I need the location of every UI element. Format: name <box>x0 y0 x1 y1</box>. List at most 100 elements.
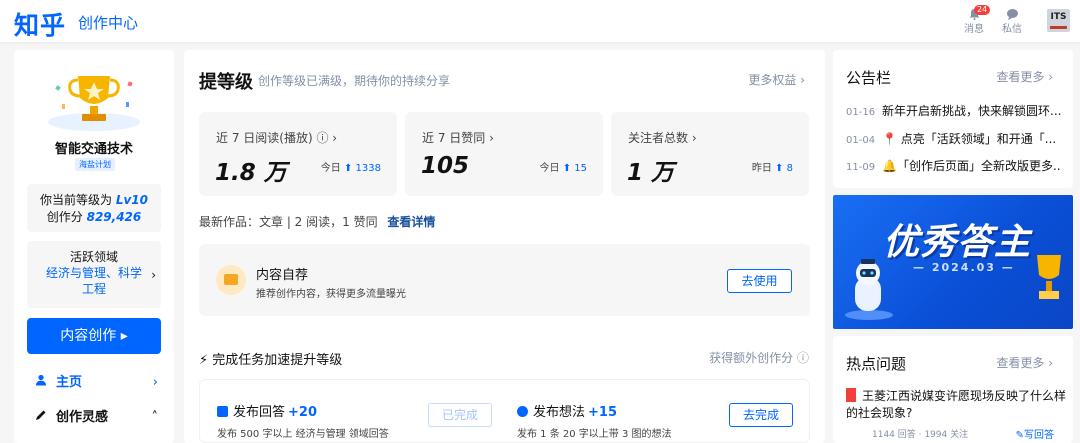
latest-work: 最新作品：文章 | 2 阅读，1 赞同 查看详情 <box>199 213 435 230</box>
hot-question[interactable]: 王菱江西说媒变许愿现场反映了什么样的社会现象? <box>846 388 1068 422</box>
notice-item[interactable]: 01-16 新年开启新挑战，快来解锁圆环... <box>846 102 1061 119</box>
task-post-answer: 发布回答 +20 发布 500 字以上 经济与管理 领域回答 <box>217 401 389 440</box>
creator-center-title[interactable]: 创作中心 <box>78 12 138 33</box>
chevron-right-icon: › <box>152 375 158 390</box>
active-fields-value[interactable]: 经济与管理、科学工程 <box>27 265 161 297</box>
hot-question-meta: 1144 回答 · 1994 关注 <box>872 430 969 440</box>
profile-panel: 智能交通技术 海盐计划 你当前等级为 Lv10 创作分 829,426 活跃领域… <box>14 50 174 443</box>
notice-text[interactable]: 新年开启新挑战，快来解锁圆环... <box>882 104 1061 118</box>
user-avatar[interactable]: ITS <box>1047 9 1070 32</box>
level-line: 你当前等级为 Lv10 <box>27 192 161 209</box>
self-recommend-desc: 推荐创作内容，获得更多流量曝光 <box>256 289 406 300</box>
arrow-up-icon: ⬆ <box>343 163 353 174</box>
task-name: 发布回答 +20 <box>217 401 389 420</box>
stat-delta-value: 1338 <box>355 163 381 174</box>
active-fields-box[interactable]: 活跃领域 经济与管理、科学工程 › <box>27 241 161 308</box>
stat-value: 105 <box>421 153 470 179</box>
stat-delta: 今日 ⬆ 1338 <box>321 159 381 174</box>
stat-delta-value: 15 <box>574 163 587 174</box>
level-prefix: 你当前等级为 <box>39 193 112 207</box>
notice-date: 01-16 <box>846 107 876 118</box>
dm-label: 私信 <box>1002 24 1022 35</box>
messages-button[interactable]: 24 消息 <box>959 5 991 35</box>
write-answer-link[interactable]: ✎写回答 <box>1016 426 1054 441</box>
task-points: +20 <box>288 405 317 420</box>
ticket-icon <box>216 265 246 295</box>
chevron-right-icon: › <box>151 268 156 282</box>
chat-bubble-icon <box>1006 9 1018 20</box>
plan-tag[interactable]: 海盐计划 <box>75 158 115 171</box>
notice-more-link[interactable]: 查看更多 › <box>996 68 1053 85</box>
task-completed-button[interactable]: 已完成 <box>428 403 492 427</box>
view-details-link[interactable]: 查看详情 <box>387 215 435 229</box>
hot-more-link[interactable]: 查看更多 › <box>996 354 1053 371</box>
zhihu-logo[interactable]: 知乎 <box>14 6 66 42</box>
hot-rank-icon <box>846 388 856 402</box>
thought-icon <box>517 406 528 417</box>
notice-item[interactable]: 01-04 📍 点亮「活跃领域」和开通「... <box>846 130 1061 147</box>
stat-label[interactable]: 近 7 日赞同 › <box>422 129 494 146</box>
stat-delta-label: 今日 <box>320 163 341 174</box>
stat-card-reads[interactable]: 近 7 日阅读(播放) ⓘ › 1.8 万 今日 ⬆ 1338 <box>199 112 397 196</box>
notice-board: 公告栏 查看更多 › 01-16 新年开启新挑战，快来解锁圆环... 01-04 📍… <box>833 50 1073 188</box>
content-create-button[interactable]: 内容创作 ▸ <box>27 318 161 354</box>
notice-item[interactable]: 11-09 🔔「创作后页面」全新改版更多... <box>846 157 1061 174</box>
main-panel: 提等级 创作等级已满级，期待你的持续分享 更多权益 › 近 7 日阅读(播放) … <box>184 50 825 443</box>
active-fields-title: 活跃领域 <box>69 250 118 264</box>
sidebar-item-inspiration[interactable]: 创作灵感 ˄ <box>34 408 158 428</box>
arrow-up-icon: ⬆ <box>562 163 572 174</box>
sidebar-item-label: 主页 <box>56 375 83 390</box>
messages-label: 消息 <box>964 24 984 35</box>
chevron-up-icon: ˄ <box>151 410 159 425</box>
stat-value: 1 万 <box>627 160 675 186</box>
latest-work-text: 最新作品：文章 | 2 阅读，1 赞同 <box>199 215 378 229</box>
banner-date: — 2024.03 — <box>913 261 1015 274</box>
arrow-up-icon: ⬆ <box>775 163 784 174</box>
hot-questions: 热点问题 查看更多 › 王菱江西说媒变许愿现场反映了什么样的社会现象? 1144… <box>833 336 1073 443</box>
trophy-icon <box>1037 255 1061 299</box>
tasks-card: 发布回答 +20 发布 500 字以上 经济与管理 领域回答 已完成 发布想法 +1… <box>199 379 810 443</box>
notice-text[interactable]: 🔔「创作后页面」全新改版更多... <box>882 159 1061 173</box>
notice-title: 公告栏 <box>846 69 892 87</box>
top-bar: 知乎 创作中心 24 消息 私信 ITS <box>0 0 1080 42</box>
pen-icon <box>34 408 48 428</box>
level-box: 你当前等级为 Lv10 创作分 829,426 <box>27 184 161 232</box>
messages-badge: 24 <box>974 5 991 15</box>
level-up-subtitle: 创作等级已满级，期待你的持续分享 <box>258 74 451 88</box>
stat-card-upvotes[interactable]: 近 7 日赞同 › 105 今日 ⬆ 15 <box>405 112 603 196</box>
stat-delta-label: 昨日 <box>751 163 772 174</box>
hot-title: 热点问题 <box>846 355 907 373</box>
go-complete-button[interactable]: 去完成 <box>729 403 793 427</box>
sidebar-item-home[interactable]: 主页 › <box>34 373 158 393</box>
use-button[interactable]: 去使用 <box>727 269 792 293</box>
task-name-label: 发布回答 <box>233 405 286 420</box>
stat-label[interactable]: 近 7 日阅读(播放) ⓘ › <box>216 129 337 146</box>
stat-delta-label: 今日 <box>539 163 560 174</box>
sidebar-item-label: 创作灵感 <box>56 410 109 425</box>
user-icon <box>34 373 48 393</box>
trophy-icon <box>48 76 140 131</box>
stat-delta: 今日 ⬆ 15 <box>540 159 588 174</box>
user-name[interactable]: 智能交通技术 <box>14 138 174 157</box>
hot-question-text[interactable]: 王菱江西说媒变许愿现场反映了什么样的社会现象? <box>846 389 1066 420</box>
self-recommend-card: 内容自荐 推荐创作内容，获得更多流量曝光 去使用 <box>199 244 810 316</box>
extra-score-link[interactable]: 获得额外创作分 ⓘ <box>709 349 809 366</box>
score-value: 829,426 <box>86 210 142 224</box>
notice-text[interactable]: 📍 点亮「活跃领域」和开通「... <box>882 132 1056 146</box>
stat-delta: 昨日 ⬆ 8 <box>752 159 793 174</box>
dm-button[interactable]: 私信 <box>997 8 1027 35</box>
stat-delta-value: 8 <box>786 163 793 174</box>
level-up-title: 提等级 <box>199 72 253 93</box>
level-value: Lv10 <box>115 193 148 207</box>
tasks-title: ⚡ 完成任务加速提升等级 <box>199 353 343 368</box>
stat-label[interactable]: 关注者总数 › <box>628 129 697 146</box>
more-rights-link[interactable]: 更多权益 › <box>748 71 805 88</box>
task-desc: 发布 500 字以上 经济与管理 领域回答 <box>217 429 389 440</box>
promo-banner[interactable]: 优秀答主 — 2024.03 — <box>833 195 1073 329</box>
score-prefix: 创作分 <box>46 210 83 224</box>
task-desc: 发布 1 条 20 字以上带 3 图的想法 <box>517 429 672 440</box>
task-points: +15 <box>588 405 617 420</box>
self-recommend-title: 内容自荐 <box>256 268 309 283</box>
stat-card-followers[interactable]: 关注者总数 › 1 万 昨日 ⬆ 8 <box>611 112 809 196</box>
question-icon <box>217 406 228 417</box>
